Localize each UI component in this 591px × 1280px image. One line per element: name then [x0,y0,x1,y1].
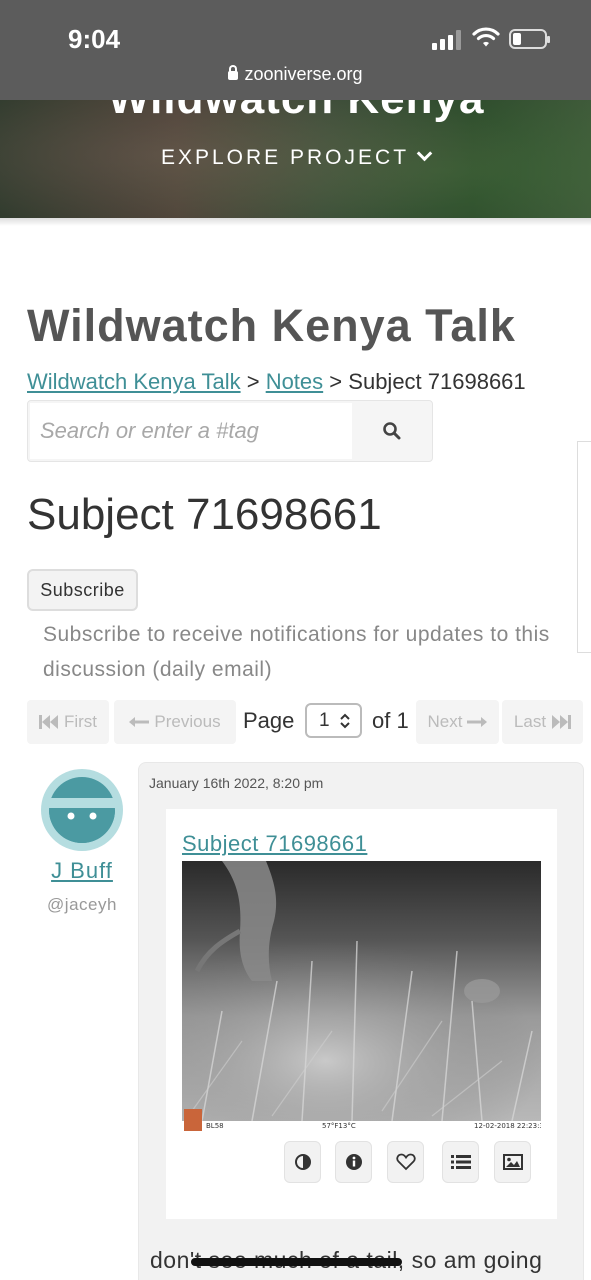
talk-search [27,400,433,462]
skip-forward-icon [552,715,572,729]
page-label: Page [243,708,295,733]
page-select[interactable]: 1 [305,703,362,738]
home-indicator[interactable] [191,1258,402,1266]
image-icon [502,1154,523,1170]
side-panel-edge [577,441,591,653]
url-text: zooniverse.org [244,64,363,84]
subscribe-note: Subscribe to receive notifications for u… [43,623,550,681]
avatar[interactable] [41,769,123,851]
comment: January 16th 2022, 8:20 pm Subject 71698… [138,762,584,1280]
zooniverse-avatar-icon [48,777,116,843]
arrow-left-icon [129,717,150,727]
image-toolbar [284,1141,544,1185]
explore-project-label: EXPLORE PROJECT [160,146,410,169]
favorite-button[interactable] [387,1141,424,1183]
image-footer-middle: 57°F13°C [322,1122,356,1130]
battery-icon [509,29,550,49]
breadcrumb-separator: > [329,369,343,394]
breadcrumb-root-link[interactable]: Wildwatch Kenya Talk [27,369,241,394]
subscribe-button[interactable]: Subscribe [27,569,138,611]
address-bar[interactable]: zooniverse.org [0,64,591,85]
breadcrumb-current: Subject 71698661 [348,369,526,394]
arrow-right-icon [467,717,488,727]
image-footer-left: BL58 [206,1122,224,1130]
image-footer-right: 12-02-2018 22:23:38 [474,1122,541,1130]
search-button[interactable] [352,401,432,461]
first-page-button[interactable]: First [27,700,109,744]
breadcrumb-board-link[interactable]: Notes [266,369,323,394]
comment-date[interactable]: January 16th 2022, 8:20 pm [149,775,323,791]
info-button[interactable] [335,1141,372,1183]
last-page-button[interactable]: Last [502,700,583,744]
clock: 9:04 [68,24,121,54]
skip-backward-icon [38,715,58,729]
list-icon [450,1155,471,1169]
status-bar: 9:04 zooniverse.org [0,0,591,100]
page-count: of 1 [372,708,409,733]
heart-icon [395,1153,416,1171]
contrast-button[interactable] [284,1141,321,1183]
signal-icon [432,30,464,50]
search-icon [383,422,401,440]
camera-trap-image[interactable]: BL58 57°F13°C 12-02-2018 22:23:38 [182,861,541,1131]
breadcrumb-separator: > [246,369,260,394]
collections-button[interactable] [442,1141,479,1183]
contrast-icon [294,1154,311,1170]
info-icon [345,1154,362,1170]
subject-card: Subject 71698661 BL58 57°F13°C 12-02-201… [166,809,557,1219]
subject-link[interactable]: Subject 71698661 [182,831,367,857]
view-image-button[interactable] [494,1141,531,1183]
next-page-button[interactable]: Next [416,700,499,744]
first-page-label: First [63,712,98,731]
talk-title: Wildwatch Kenya Talk [27,300,516,351]
next-page-label: Next [427,712,463,731]
header-shadow [0,218,591,226]
previous-page-label: Previous [154,712,221,731]
pagination: First Previous Page 1 of 1 Next Last [27,700,583,744]
last-page-label: Last [513,712,547,731]
page-select-value: 1 [319,710,330,731]
discussion-title: Subject 71698661 [27,490,382,539]
search-input[interactable] [30,403,352,459]
chevron-down-icon [416,145,433,162]
chevron-updown-icon [340,713,350,729]
explore-project-menu[interactable]: EXPLORE PROJECT [0,145,591,170]
wifi-icon [472,26,500,48]
breadcrumb: Wildwatch Kenya Talk > Notes > Subject 7… [27,369,526,395]
lock-icon [228,65,239,80]
previous-page-button[interactable]: Previous [114,700,236,744]
